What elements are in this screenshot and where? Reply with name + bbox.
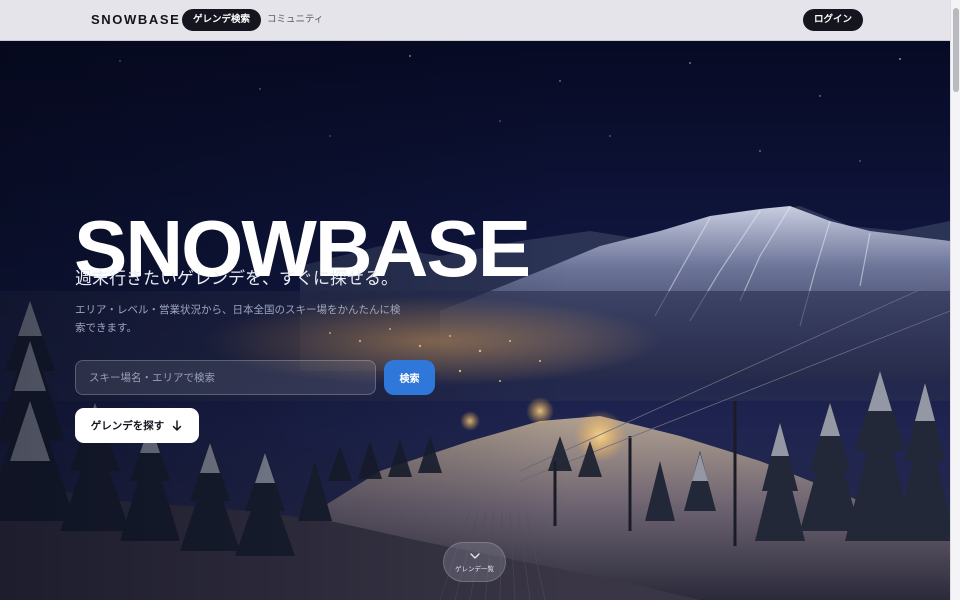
search-button[interactable]: 検索 — [384, 360, 435, 395]
chevron-down-icon — [469, 552, 480, 559]
page-scrollbar[interactable] — [950, 0, 960, 600]
hero-section: SNOWBASE 週末行きたいゲレンデを、すぐに探せる。 エリア・レベル・営業状… — [0, 41, 950, 600]
scroll-cue-label: ゲレンデ一覧 — [455, 564, 494, 573]
hero-description: エリア・レベル・営業状況から、日本全国のスキー場をかんたんに検索できます。 — [75, 304, 401, 334]
login-button[interactable]: ログイン — [803, 9, 864, 31]
nav-tab-slope-search[interactable]: ゲレンデ検索 — [182, 9, 262, 31]
find-slopes-button[interactable]: ゲレンデを探す — [75, 408, 199, 443]
scrollbar-thumb[interactable] — [953, 8, 959, 92]
scroll-to-list-button[interactable]: ゲレンデ一覧 — [443, 542, 506, 582]
nav-tab-community[interactable]: コミュニティ — [267, 9, 323, 31]
find-slopes-label: ゲレンデを探す — [90, 420, 165, 432]
brand-logo[interactable]: SNOWBASE — [91, 12, 180, 27]
search-input[interactable] — [75, 360, 376, 395]
arrow-down-icon — [173, 419, 182, 431]
top-navbar: SNOWBASE ゲレンデ検索 コミュニティ ログイン — [0, 0, 950, 41]
hero-tagline: 週末行きたいゲレンデを、すぐに探せる。 — [75, 269, 398, 289]
